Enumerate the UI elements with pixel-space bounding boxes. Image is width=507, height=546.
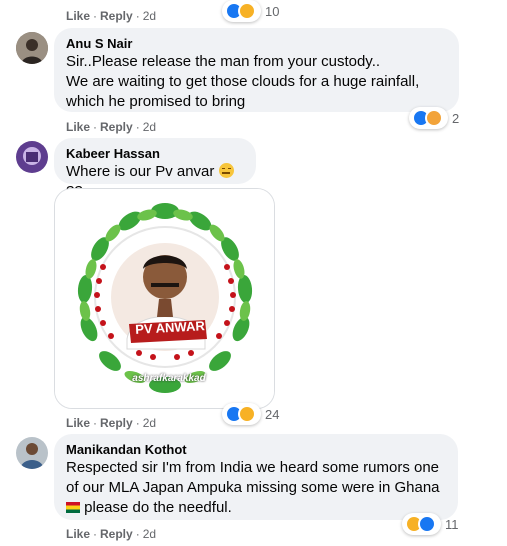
separator-dot: · — [135, 120, 140, 134]
care-reaction-icon — [425, 109, 443, 127]
reaction-count: 11 — [445, 516, 459, 532]
like-link[interactable]: Like — [66, 120, 90, 134]
separator-dot: · — [135, 527, 140, 541]
comment-image[interactable]: PV ANWAR ashrafkarakkad — [54, 188, 275, 409]
ghana-flag-icon — [66, 502, 80, 513]
avatar[interactable] — [16, 141, 48, 173]
reaction-summary[interactable]: 10 — [222, 0, 279, 22]
comment-actions: Like · Reply · 2d — [66, 416, 156, 430]
reaction-summary[interactable]: 24 — [222, 403, 279, 425]
comment-text: Respected sir I'm from India we heard so… — [66, 458, 446, 518]
reply-link[interactable]: Reply — [100, 120, 133, 134]
reply-link[interactable]: Reply — [100, 9, 133, 23]
comment-line: Respected sir I'm from India we heard so… — [66, 459, 440, 476]
comment-text-part: please do the needful. — [80, 499, 232, 516]
person-avatar-icon — [16, 32, 48, 64]
comment-bubble: Anu S Nair Sir..Please release the man f… — [54, 28, 459, 112]
separator-dot: · — [93, 9, 98, 23]
comment-bubble: Kabeer Hassan Where is our Pv anvar ?? — [54, 138, 256, 200]
separator-dot: · — [93, 527, 98, 541]
person-avatar-icon — [16, 437, 48, 469]
haha-reaction-icon — [238, 2, 256, 20]
timestamp[interactable]: 2d — [143, 416, 156, 430]
comment-text-part: Where is our Pv anvar — [66, 163, 219, 180]
separator-dot: · — [93, 416, 98, 430]
comment-author[interactable]: Kabeer Hassan — [66, 146, 244, 162]
reply-link[interactable]: Reply — [100, 527, 133, 541]
reaction-bubble[interactable] — [222, 403, 261, 425]
like-link[interactable]: Like — [66, 416, 90, 430]
comment-bubble: Manikandan Kothot Respected sir I'm from… — [54, 434, 458, 520]
comment-author[interactable]: Manikandan Kothot — [66, 442, 446, 458]
reaction-bubble[interactable] — [402, 513, 441, 535]
reaction-count: 2 — [452, 110, 460, 126]
separator-dot: · — [135, 416, 140, 430]
comment-author[interactable]: Anu S Nair — [66, 36, 447, 52]
separator-dot: · — [135, 9, 140, 23]
haha-reaction-icon — [238, 405, 256, 423]
reaction-summary[interactable]: 11 — [402, 513, 459, 535]
pensive-emoji-icon — [218, 163, 234, 178]
reaction-summary[interactable]: 2 — [409, 107, 459, 129]
comment-actions: Like · Reply · 2d — [66, 527, 156, 541]
comment-actions: Like · Reply · 2d — [66, 9, 156, 23]
group-avatar-icon — [16, 141, 48, 173]
comment-line: We are waiting to get those clouds for a… — [66, 73, 420, 90]
like-link[interactable]: Like — [66, 527, 90, 541]
timestamp[interactable]: 2d — [143, 527, 156, 541]
reaction-count: 10 — [265, 3, 280, 19]
reaction-bubble[interactable] — [409, 107, 448, 129]
avatar[interactable] — [16, 437, 48, 469]
comment-line: please do the needful. — [66, 498, 446, 518]
comment-actions: Like · Reply · 2d — [66, 120, 156, 134]
avatar[interactable] — [16, 32, 48, 64]
like-reaction-icon — [418, 515, 436, 533]
reaction-bubble[interactable] — [222, 0, 261, 22]
timestamp[interactable]: 2d — [143, 9, 156, 23]
comment-line: of our MLA Japan Ampuka missing some wer… — [66, 479, 440, 496]
reply-link[interactable]: Reply — [100, 416, 133, 430]
comment-line: which he promised to bring — [66, 93, 246, 110]
sticker-watermark: ashrafkarakkad — [132, 373, 206, 384]
comment-line: Sir..Please release the man from your cu… — [66, 53, 381, 70]
timestamp[interactable]: 2d — [143, 120, 156, 134]
reaction-count: 24 — [265, 406, 280, 422]
separator-dot: · — [93, 120, 98, 134]
comment-text: Sir..Please release the man from your cu… — [66, 52, 447, 112]
like-link[interactable]: Like — [66, 9, 90, 23]
